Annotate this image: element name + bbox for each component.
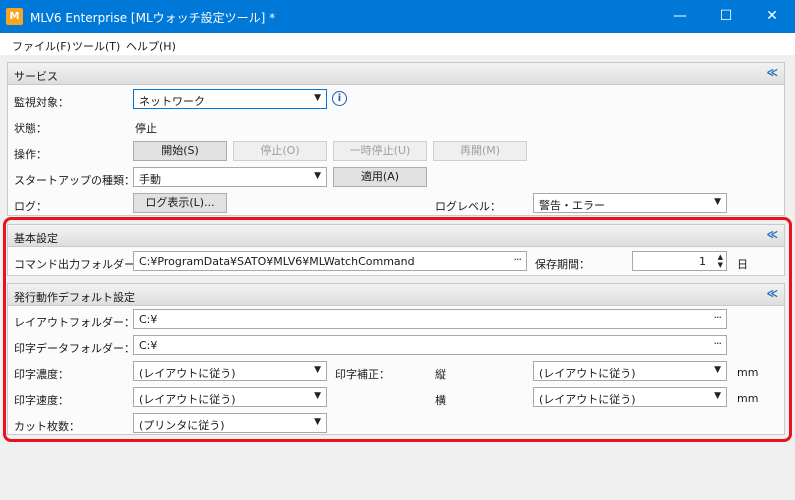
chevron-down-icon: ▼ [314, 171, 321, 181]
stop-button[interactable]: 停止(O) [233, 141, 327, 161]
status-value: 停止 [135, 122, 157, 135]
apply-button[interactable]: 適用(A) [333, 167, 427, 187]
menu-tools[interactable]: ツール(T) [72, 38, 120, 54]
log-level-label: ログレベル： [435, 200, 501, 213]
monitor-target-value: ネットワーク [139, 95, 205, 108]
pause-button[interactable]: 一時停止(U) [333, 141, 427, 161]
startup-type-value: 手動 [139, 173, 161, 186]
app-logo-icon: M [6, 8, 23, 25]
service-group-header[interactable]: サービス ≪ [8, 63, 784, 85]
close-button[interactable]: ✕ [749, 0, 795, 33]
maximize-button[interactable]: ☐ [703, 0, 749, 33]
window-title: MLV6 Enterprise [MLウォッチ設定ツール] * [30, 11, 276, 25]
info-icon[interactable]: i [332, 91, 347, 106]
monitor-target-select[interactable]: ネットワーク ▼ [133, 89, 327, 109]
log-view-button[interactable]: ログ表示(L)... [133, 193, 227, 213]
menu-file[interactable]: ファイル(F) [12, 38, 71, 54]
chevron-down-icon: ▼ [714, 197, 721, 207]
monitor-label: 監視対象： [14, 96, 69, 109]
startup-type-label: スタートアップの種類： [14, 174, 135, 187]
title-bar: M MLV6 Enterprise [MLウォッチ設定ツール] * — ☐ ✕ [0, 0, 795, 33]
operation-label: 操作： [14, 148, 47, 161]
menu-bar: ファイル(F) ツール(T) ヘルプ(H) [0, 33, 795, 55]
minimize-button[interactable]: — [657, 0, 703, 33]
start-button[interactable]: 開始(S) [133, 141, 227, 161]
status-label: 状態： [14, 122, 47, 135]
log-level-select[interactable]: 警告・エラー ▼ [533, 193, 727, 213]
service-group-title: サービス [14, 70, 58, 83]
collapse-icon[interactable]: ≪ [766, 66, 778, 79]
menu-help[interactable]: ヘルプ(H) [126, 38, 176, 54]
startup-type-select[interactable]: 手動 ▼ [133, 167, 327, 187]
log-level-value: 警告・エラー [539, 199, 605, 212]
resume-button[interactable]: 再開(M) [433, 141, 527, 161]
chevron-down-icon: ▼ [314, 93, 321, 103]
highlight-box [3, 217, 792, 442]
log-label: ログ： [14, 200, 47, 213]
